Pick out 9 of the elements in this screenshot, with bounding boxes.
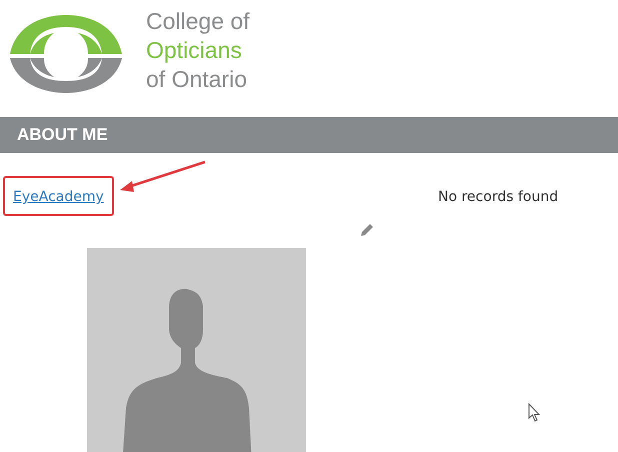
empty-message: No records found: [438, 189, 558, 205]
section-header: ABOUT ME: [0, 117, 618, 153]
logo-text: College of: [146, 6, 250, 36]
logo-text: Opticians: [146, 36, 243, 64]
eyeacademy-link[interactable]: EyeAcademy: [13, 189, 104, 205]
logo-icon: [8, 13, 124, 95]
edit-icon[interactable]: [359, 222, 375, 238]
cursor-icon: [528, 403, 542, 423]
logo-text: of Ontario: [146, 64, 248, 94]
